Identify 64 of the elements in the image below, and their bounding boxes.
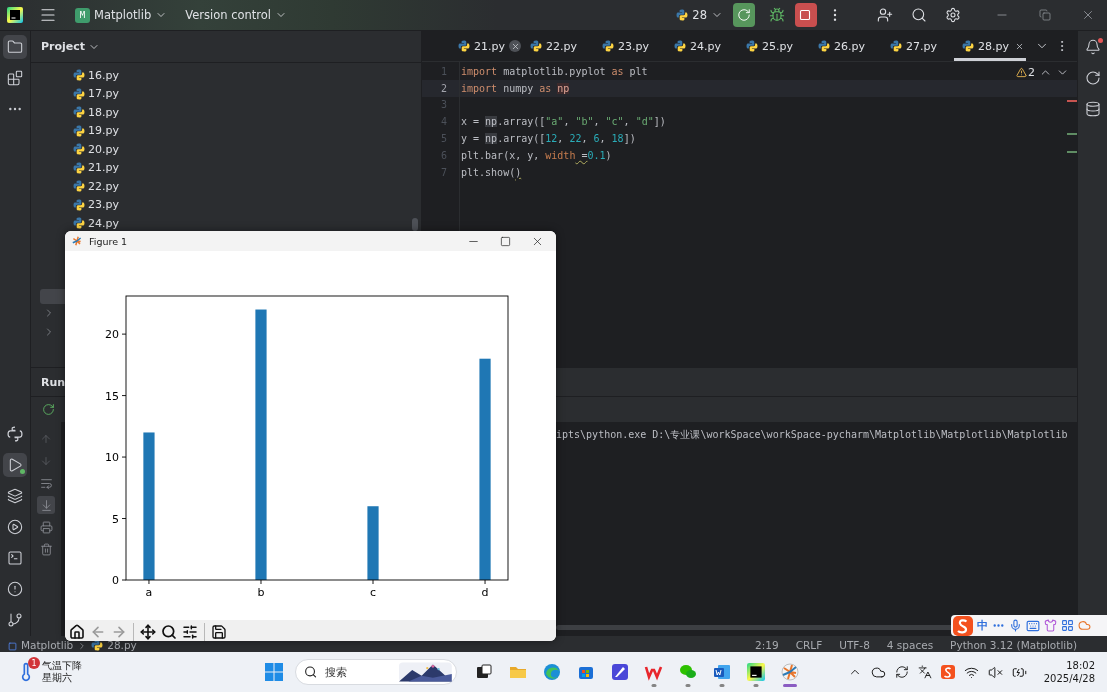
x-tick: c xyxy=(370,579,377,599)
y-tick-label: 0 xyxy=(112,574,119,587)
file-item[interactable]: 22.py xyxy=(71,177,121,196)
status-item[interactable]: 4 spaces xyxy=(886,639,934,651)
editor-tab[interactable]: 27.py xyxy=(882,31,954,61)
file-item[interactable]: 21.py xyxy=(71,158,121,177)
breadcrumb[interactable]: Matplotlib xyxy=(21,639,74,651)
date: 2025/4/28 xyxy=(1043,672,1095,685)
x-tick-label: c xyxy=(369,586,377,599)
y-tick: 5 xyxy=(112,512,127,526)
file-item[interactable]: 18.py xyxy=(71,103,121,122)
editor-tab[interactable]: 24.py xyxy=(666,31,738,61)
file-item[interactable]: 16.py xyxy=(71,66,121,85)
y-tick-label: 5 xyxy=(112,512,119,526)
file-item[interactable]: 17.py xyxy=(71,84,121,103)
vcs-menu[interactable]: Version control xyxy=(181,3,292,27)
y-tick-label: 10 xyxy=(105,451,119,465)
x-tick: d xyxy=(481,579,489,599)
code-line: plt.show() xyxy=(461,166,522,178)
code-line: plt.bar(x, y, width =0.1) xyxy=(461,149,612,161)
x-tick: b xyxy=(257,579,265,599)
run-config-selector[interactable]: 28 xyxy=(672,3,727,27)
editor-tab[interactable]: 26.py xyxy=(810,31,882,61)
weather-title: 气温下降 xyxy=(42,660,82,672)
y-tick: 0 xyxy=(112,574,127,587)
status-item[interactable]: UTF-8 xyxy=(839,639,870,651)
status-item[interactable]: CRLF xyxy=(795,639,823,651)
y-tick-label: 20 xyxy=(105,328,119,342)
editor-tab[interactable]: 25.py xyxy=(738,31,810,61)
x-tick: a xyxy=(145,579,153,599)
code-line: import numpy as np xyxy=(461,82,570,94)
code-line: y = np.array([12, 22, 6, 18]) xyxy=(461,133,636,145)
notification-badge: 1 xyxy=(28,657,40,669)
status-item[interactable]: 2:19 xyxy=(755,639,779,651)
window-title: Figure 1 xyxy=(89,235,128,247)
x-tick-label: d xyxy=(481,586,489,599)
clock[interactable]: 18:02 2025/4/28 xyxy=(1043,659,1095,685)
console-output: ipts\python.exe D:\专业课\workSpace\workSpace-pycharm\Matplotlib\Matplotlib\Matplotlib xyxy=(555,428,1069,442)
status-item[interactable]: Python 3.12 (Matplotlib) xyxy=(950,639,1077,651)
y-tick: 10 xyxy=(105,451,127,465)
y-tick: 15 xyxy=(105,389,127,403)
y-tick-label: 15 xyxy=(105,389,119,403)
weather-day: 星期六 xyxy=(42,672,82,684)
file-item[interactable]: 23.py xyxy=(71,195,121,214)
breadcrumb[interactable]: 28.py xyxy=(107,639,137,651)
run-panel-title: Run xyxy=(41,375,66,389)
editor-tab[interactable]: 23.py xyxy=(594,31,666,61)
project-view-selector[interactable]: Project xyxy=(41,40,101,53)
editor-tab[interactable]: 21.py xyxy=(450,31,522,61)
code-line: x = np.array(["a", "b", "c", "d"]) xyxy=(461,116,666,128)
x-tick-label: a xyxy=(145,586,153,599)
editor-tab[interactable]: 28.py xyxy=(954,31,1026,61)
input-mode[interactable]: 中 xyxy=(977,618,988,633)
project-switcher[interactable]: M Matplotlib xyxy=(71,3,172,27)
warning-count[interactable]: 2 xyxy=(1016,66,1035,79)
file-item[interactable]: 19.py xyxy=(71,121,121,140)
y-tick: 20 xyxy=(105,328,127,342)
editor-tab[interactable]: 22.py xyxy=(522,31,594,61)
time: 18:02 xyxy=(1066,659,1095,672)
x-tick-label: b xyxy=(257,586,265,599)
line-number: 2 xyxy=(439,82,447,94)
file-item[interactable]: 20.py xyxy=(71,140,121,159)
search-field[interactable]: 搜索 xyxy=(295,659,457,685)
code-line: import matplotlib.pyplot as plt xyxy=(461,65,648,77)
